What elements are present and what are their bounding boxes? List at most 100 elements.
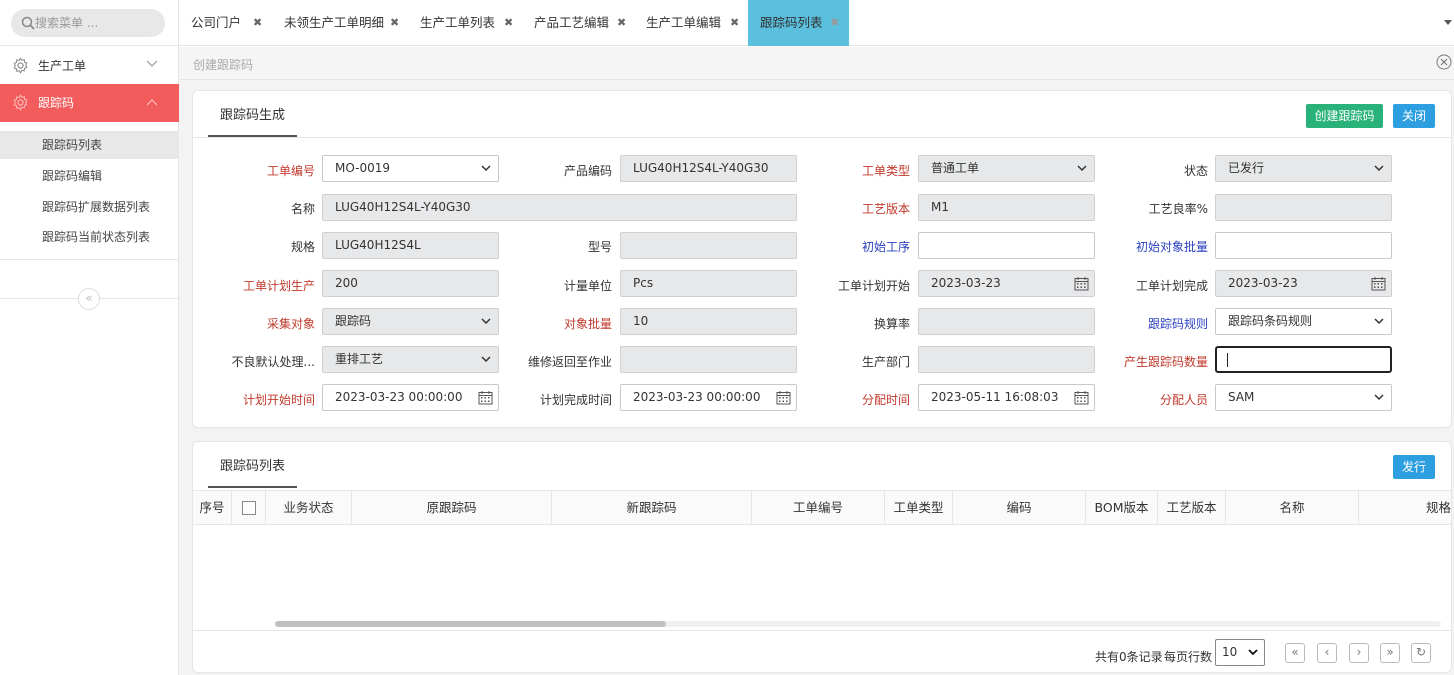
field-value: M1 [931,200,949,214]
field-value: 跟踪码 [335,314,372,328]
field-value: LUG40H12S4L-Y40G30 [633,161,769,175]
planned-start-time-input[interactable]: 2023-03-23 00:00:00 [322,384,499,411]
sidebar-menu-label: 生产工单 [38,59,87,73]
close-icon[interactable]: ✖ [390,0,399,46]
label-default-defect-handling: 不良默认处理... [231,355,315,369]
field-value: LUG40H12S4L-Y40G30 [335,200,471,214]
planned-finish-time-input[interactable]: 2023-03-23 00:00:00 [620,384,797,411]
sidebar-menu-production-order[interactable]: 生产工单 [0,46,179,84]
column-header-code[interactable]: 编码 [953,491,1086,525]
sidebar-item-tracking-code-ext-data[interactable]: 跟踪码扩展数据列表 [0,193,179,221]
column-header-business-status[interactable]: 业务状态 [266,491,352,525]
content-header: 创建跟踪码 [179,47,1454,80]
collapse-sidebar-button[interactable]: « [78,288,100,310]
menu-search[interactable] [11,9,165,37]
divider [193,630,1451,631]
scrollbar-thumb[interactable] [275,621,666,627]
tab-product-process-edit[interactable]: 产品工艺编辑 ✖ [521,0,633,46]
refresh-button[interactable]: ↻ [1411,643,1431,663]
label-conversion-rate: 换算率 [873,317,910,331]
label-process-yield: 工艺良率% [1148,202,1208,216]
create-tracking-code-button[interactable]: 创建跟踪码 [1306,104,1383,128]
field-value: 2023-03-23 00:00:00 [633,390,761,404]
close-icon[interactable]: ✖ [617,0,626,46]
unit-field: Pcs [620,270,797,297]
column-header-order-number[interactable]: 工单编号 [752,491,885,525]
column-header-original-code[interactable]: 原跟踪码 [352,491,552,525]
chevron-up-icon [146,99,158,106]
column-header-order-type[interactable]: 工单类型 [885,491,953,525]
calendar-icon[interactable] [1074,390,1089,405]
label-planned-finish: 工单计划完成 [1135,279,1208,293]
field-value: 2023-05-11 16:08:03 [931,390,1059,404]
sidebar-menu-tracking-code[interactable]: 跟踪码 [0,84,179,122]
label-initial-batch[interactable]: 初始对象批量 [1136,238,1208,255]
page-size-select[interactable]: 10 [1215,639,1265,666]
column-header-index[interactable]: 序号 [193,491,232,525]
label-order-number: 工单编号 [266,164,315,178]
order-type-select[interactable]: 普通工单 [918,155,1095,182]
initial-operation-input[interactable] [918,232,1095,259]
close-icon[interactable]: ✖ [830,0,839,46]
label-production-department: 生产部门 [861,355,910,369]
close-icon[interactable]: ✖ [253,0,262,46]
divider [100,298,179,299]
close-icon[interactable]: ✖ [504,0,513,46]
calendar-icon[interactable] [478,390,493,405]
assign-time-input[interactable]: 2023-05-11 16:08:03 [918,384,1095,411]
chevron-down-icon [1374,318,1384,325]
sidebar-item-tracking-code-status[interactable]: 跟踪码当前状态列表 [0,223,179,251]
tab-tracking-code-list[interactable]: 跟踪码列表 ✖ [748,0,849,46]
first-page-button[interactable]: « [1285,643,1305,663]
sidebar-item-tracking-code-list[interactable]: 跟踪码列表 [0,131,179,159]
order-number-select[interactable]: MO-0019 [322,155,499,182]
column-header-process-version[interactable]: 工艺版本 [1158,491,1226,525]
column-header-name[interactable]: 名称 [1226,491,1359,525]
previous-page-button[interactable]: ‹ [1317,643,1337,663]
tab-company-portal[interactable]: 公司门户 ✖ [179,0,271,46]
tracking-code-rule-select[interactable]: 跟踪码条码规则 [1215,308,1392,335]
next-page-button[interactable]: › [1349,643,1369,663]
default-defect-handling-select[interactable]: 重排工艺 [322,346,499,373]
close-circle-icon[interactable] [1436,54,1452,70]
status-select[interactable]: 已发行 [1215,155,1392,182]
close-button[interactable]: 关闭 [1393,104,1435,128]
collection-object-select[interactable]: 跟踪码 [322,308,499,335]
tracking-code-quantity-input[interactable] [1215,346,1392,373]
tab-production-order-edit[interactable]: 生产工单编辑 ✖ [633,0,748,46]
column-header-new-code[interactable]: 新跟踪码 [552,491,752,525]
close-icon[interactable]: ✖ [730,0,739,46]
field-value: 重排工艺 [335,352,384,366]
tab-label: 未领生产工单明细 [284,15,385,30]
select-all-checkbox[interactable] [242,501,256,515]
label-name: 名称 [290,202,315,216]
initial-batch-input[interactable] [1215,232,1392,259]
label-tracking-code-quantity: 产生跟踪码数量 [1123,355,1208,369]
label-tracking-code-rule[interactable]: 跟踪码规则 [1148,315,1208,332]
assignee-select[interactable]: SAM [1215,384,1392,411]
publish-button[interactable]: 发行 [1393,455,1435,479]
chevron-down-icon [1374,394,1384,401]
tab-tracking-code-list-panel[interactable]: 跟踪码列表 [208,454,298,488]
tab-tracking-code-generation[interactable]: 跟踪码生成 [208,103,298,137]
label-initial-operation[interactable]: 初始工序 [862,238,910,255]
name-field: LUG40H12S4L-Y40G30 [322,194,797,221]
menu-search-input[interactable] [35,9,160,37]
gear-icon [13,94,28,111]
tab-dropdown-icon[interactable] [1444,20,1452,25]
last-page-button[interactable]: » [1380,643,1400,663]
column-header-select-all[interactable] [232,491,266,525]
production-department-field [918,346,1095,373]
process-version-field: M1 [918,194,1095,221]
product-code-field: LUG40H12S4L-Y40G30 [620,155,797,182]
search-icon [21,16,35,30]
tab-production-order-list[interactable]: 生产工单列表 ✖ [401,0,521,46]
tab-unclaimed-orders[interactable]: 未领生产工单明细 ✖ [271,0,401,46]
sidebar-item-tracking-code-edit[interactable]: 跟踪码编辑 [0,162,179,190]
calendar-icon[interactable] [776,390,791,405]
field-value: MO-0019 [335,161,391,175]
field-value: 普通工单 [931,161,980,175]
column-header-spec[interactable]: 规格 [1359,491,1451,525]
column-header-bom-version[interactable]: BOM版本 [1086,491,1158,525]
field-value: 2023-03-23 [1228,276,1298,290]
